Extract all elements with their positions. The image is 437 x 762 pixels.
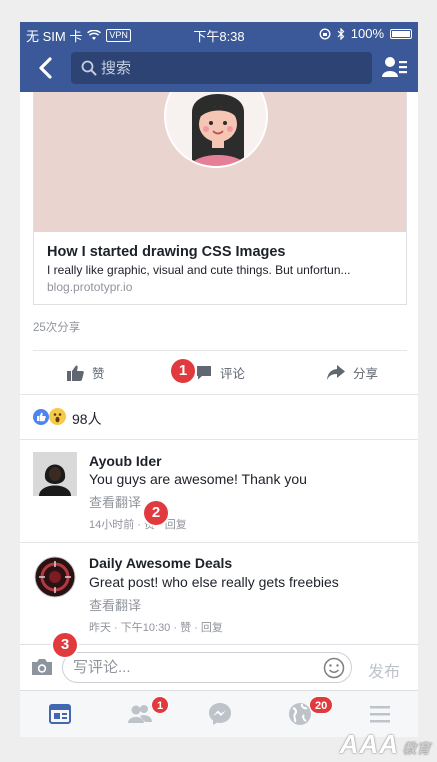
phone-screen: 无 SIM 卡 VPN 下午8:38 100% 搜索 How I started… xyxy=(20,22,418,737)
annotation-marker-3: 3 xyxy=(53,633,77,657)
share-arrow-icon xyxy=(327,365,345,380)
share-button[interactable]: 分享 xyxy=(327,363,378,382)
rotation-lock-icon xyxy=(319,28,331,39)
friend-list-icon[interactable] xyxy=(382,56,408,78)
search-input[interactable] xyxy=(101,52,361,84)
status-right: 100% xyxy=(319,26,412,41)
comment-input-box[interactable] xyxy=(62,652,352,683)
see-translation-link[interactable]: 查看翻译 xyxy=(89,595,141,614)
watermark-logo: AAA 教育 xyxy=(339,729,431,759)
annotation-marker-2: 2 xyxy=(144,501,168,525)
see-translation-link[interactable]: 查看翻译 xyxy=(89,492,141,511)
like-reaction-icon xyxy=(33,409,49,425)
battery-label: 100% xyxy=(350,26,384,41)
post-comment-button[interactable]: 发布 xyxy=(368,658,400,682)
search-icon xyxy=(81,60,97,76)
like-button[interactable]: 赞 xyxy=(67,363,105,382)
bluetooth-icon xyxy=(337,27,345,40)
link-preview-image xyxy=(34,92,406,232)
notifications-badge: 20 xyxy=(309,696,334,714)
battery-icon xyxy=(390,28,412,39)
thumbs-up-icon xyxy=(67,365,84,381)
comment-icon xyxy=(197,366,211,380)
comment-author[interactable]: Daily Awesome Deals xyxy=(89,555,232,571)
search-box[interactable] xyxy=(71,52,372,84)
messenger-tab-icon[interactable] xyxy=(207,701,233,727)
share-label: 分享 xyxy=(353,367,379,381)
cartoon-girl-illustration xyxy=(164,92,268,168)
comment-item: Ayoub Ider You guys are awesome! Thank y… xyxy=(20,439,418,542)
back-arrow-icon[interactable] xyxy=(34,54,58,82)
avatar[interactable] xyxy=(33,555,77,599)
link-url: blog.prototypr.io xyxy=(47,280,133,294)
news-feed-tab-icon[interactable] xyxy=(47,701,73,727)
friend-requests-tab-icon[interactable] xyxy=(127,701,153,727)
comment-meta[interactable]: 14小时前 · 赞 · 回复 xyxy=(89,516,187,532)
camera-icon[interactable] xyxy=(31,658,53,676)
comment-text: Great post! who else really gets freebie… xyxy=(89,574,339,590)
comment-meta[interactable]: 昨天 · 下午10:30 · 赞 · 回复 xyxy=(89,619,223,635)
menu-tab-icon[interactable] xyxy=(367,701,393,727)
link-title: How I started drawing CSS Images xyxy=(47,244,286,260)
comment-input[interactable] xyxy=(73,653,313,682)
comment-label: 评论 xyxy=(220,367,246,381)
comment-item: Daily Awesome Deals Great post! who else… xyxy=(20,542,418,644)
action-row: 赞 评论 分享 1 xyxy=(33,351,407,393)
annotation-marker-1: 1 xyxy=(171,359,195,383)
emoji-icon[interactable] xyxy=(323,657,345,679)
reactions-summary[interactable]: 98人 xyxy=(20,394,418,439)
wow-reaction-icon xyxy=(49,408,66,425)
comment-author[interactable]: Ayoub Ider xyxy=(89,453,162,469)
status-bar: 无 SIM 卡 VPN 下午8:38 100% xyxy=(20,22,418,44)
link-description: I really like graphic, visual and cute t… xyxy=(47,263,351,277)
friend-requests-badge: 1 xyxy=(151,696,170,714)
reaction-count: 98人 xyxy=(72,411,102,427)
comment-text: You guys are awesome! Thank you xyxy=(89,471,307,487)
comment-composer: 发布 3 xyxy=(20,633,418,690)
avatar[interactable] xyxy=(33,452,77,496)
nav-bar xyxy=(20,44,418,92)
shares-count[interactable]: 25次分享 xyxy=(33,319,80,335)
link-preview-card[interactable]: How I started drawing CSS Images I reall… xyxy=(33,92,407,305)
comment-button[interactable]: 评论 xyxy=(196,363,245,382)
like-label: 赞 xyxy=(92,367,105,381)
